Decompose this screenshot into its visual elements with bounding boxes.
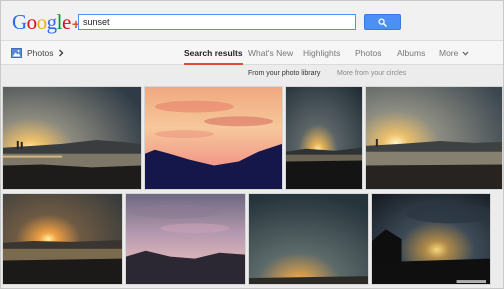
logo-letter-g2: g bbox=[46, 10, 58, 34]
photos-menu[interactable]: Photos bbox=[11, 46, 64, 60]
sunset-photo-image bbox=[372, 194, 490, 284]
search-icon bbox=[378, 17, 387, 27]
source-filter-bar: From your photo library More from your c… bbox=[1, 66, 503, 86]
tab-photos-label: Photos bbox=[355, 48, 382, 58]
photos-nav-bar: Photos Search results What's New Highlig… bbox=[1, 41, 503, 65]
logo-letter-o2: o bbox=[36, 10, 48, 34]
logo-letter-o1: o bbox=[26, 10, 38, 34]
logo-letter-e: e bbox=[62, 10, 71, 34]
photo-thumbnail[interactable] bbox=[371, 193, 491, 285]
filter-circles[interactable]: More from your circles bbox=[337, 70, 406, 77]
tab-whats-new-label: What's New bbox=[248, 48, 294, 58]
tab-whats-new[interactable]: What's New bbox=[248, 41, 293, 65]
photo-thumbnail[interactable] bbox=[285, 86, 363, 190]
tab-search-results-label: Search results bbox=[184, 48, 243, 58]
photos-icon bbox=[11, 48, 22, 58]
photo-thumbnail[interactable] bbox=[2, 86, 142, 190]
sunset-photo-image bbox=[126, 194, 245, 284]
sunset-photo-image bbox=[3, 87, 141, 189]
photo-thumbnail[interactable] bbox=[365, 86, 503, 190]
tab-search-results[interactable]: Search results bbox=[184, 41, 243, 65]
sunset-photo-image bbox=[249, 194, 368, 284]
search-input[interactable] bbox=[78, 14, 356, 30]
logo-letter-g1: G bbox=[12, 10, 27, 34]
tab-highlights[interactable]: Highlights bbox=[303, 41, 340, 65]
tab-more-label: More bbox=[439, 48, 459, 58]
sunset-photo-image bbox=[3, 194, 122, 284]
top-bar: G o o g l e + bbox=[1, 1, 503, 41]
photo-thumbnail[interactable] bbox=[2, 193, 123, 285]
chevron-right-icon bbox=[59, 49, 64, 57]
browser-frame: G o o g l e + Photos bbox=[0, 0, 504, 289]
photo-thumbnail[interactable] bbox=[144, 86, 283, 190]
filter-photo-library[interactable]: From your photo library bbox=[248, 70, 320, 77]
photo-thumbnail[interactable] bbox=[248, 193, 369, 285]
google-plus-logo[interactable]: G o o g l e + bbox=[12, 10, 80, 34]
tab-albums[interactable]: Albums bbox=[397, 41, 425, 65]
photo-thumbnail[interactable] bbox=[125, 193, 246, 285]
photos-label: Photos bbox=[27, 48, 54, 58]
search-button[interactable] bbox=[364, 14, 401, 30]
sunset-photo-image bbox=[286, 87, 362, 189]
tab-photos[interactable]: Photos bbox=[355, 41, 381, 65]
tab-more[interactable]: More bbox=[439, 41, 469, 65]
sunset-photo-image bbox=[366, 87, 502, 189]
chevron-down-icon bbox=[462, 51, 469, 56]
tab-highlights-label: Highlights bbox=[303, 48, 341, 58]
tab-albums-label: Albums bbox=[397, 48, 426, 58]
sunset-photo-image bbox=[145, 87, 282, 189]
